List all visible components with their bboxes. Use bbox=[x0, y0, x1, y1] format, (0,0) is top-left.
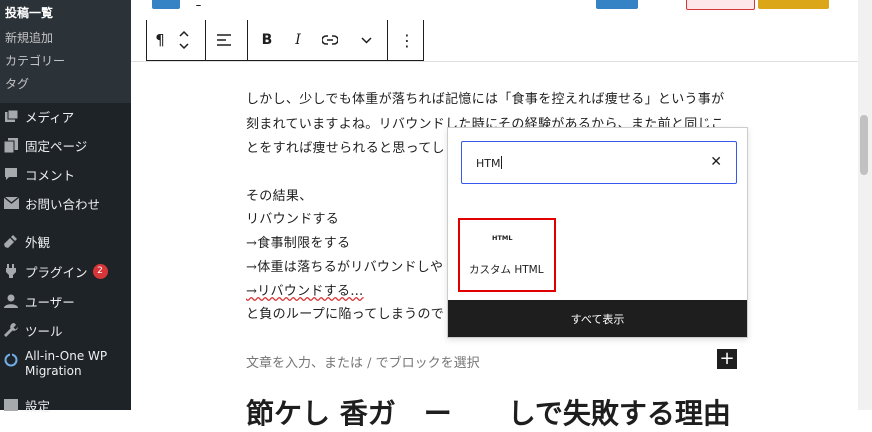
heading-block[interactable]: 節ケし 香ガ ー しで失敗する理由 bbox=[246, 392, 731, 432]
sidebar-item-contact[interactable]: お問い合わせ bbox=[0, 190, 131, 216]
custom-html-block-result[interactable]: HTML カスタム HTML bbox=[458, 218, 556, 292]
page-icon bbox=[3, 137, 19, 153]
sidebar-item-tools[interactable]: ツール bbox=[0, 317, 131, 343]
paragraph-line[interactable]: とをすれば痩せられると思ってし bbox=[246, 137, 445, 156]
sidebar-item-label: プラグイン bbox=[25, 264, 88, 280]
toolbar-divider bbox=[247, 20, 248, 60]
media-icon bbox=[3, 108, 19, 124]
sidebar-item-label-line2: Migration bbox=[25, 364, 82, 378]
mail-icon bbox=[3, 195, 19, 211]
paragraph-line[interactable]: と負のループに陥ってしまうので bbox=[246, 303, 444, 322]
italic-button[interactable]: I bbox=[287, 20, 309, 60]
browse-all-button[interactable]: すべて表示 bbox=[448, 300, 747, 337]
search-input-value: HTM bbox=[476, 157, 501, 170]
chevron-down-icon[interactable] bbox=[353, 20, 379, 60]
submenu-add-new[interactable]: 新規追加 bbox=[5, 29, 53, 46]
result-label: カスタム HTML bbox=[469, 264, 544, 276]
paragraph-line[interactable]: リバウンドする bbox=[246, 208, 339, 227]
sidebar-item-migration[interactable]: All-in-One WP Migration bbox=[0, 349, 131, 385]
admin-sidebar: 投稿一覧 新規追加 カテゴリー タグ メディア 固定ページ コメント お問い合わ… bbox=[0, 0, 131, 414]
paragraph-line[interactable]: しかし、少しでも体重が落ちれば記憶には「食事を控えれば痩せる」という事が bbox=[246, 88, 724, 107]
header-mark bbox=[196, 5, 201, 6]
sidebar-item-settings[interactable]: 設定 bbox=[0, 392, 131, 418]
paragraph-line[interactable]: →リバウンドする… bbox=[246, 280, 364, 299]
submenu-tags[interactable]: タグ bbox=[5, 75, 29, 92]
wrench-icon bbox=[3, 322, 19, 338]
posts-submenu: 投稿一覧 新規追加 カテゴリー タグ bbox=[0, 0, 131, 103]
user-icon bbox=[3, 293, 19, 309]
sidebar-item-media[interactable]: メディア bbox=[0, 103, 131, 129]
block-inserter-popover: HTM ✕ HTML カスタム HTML すべて表示 bbox=[447, 127, 748, 338]
sidebar-item-label: メディア bbox=[25, 109, 75, 125]
editor-header bbox=[131, 0, 872, 20]
paragraph-line[interactable]: →食事制限をする bbox=[246, 232, 350, 251]
submenu-categories[interactable]: カテゴリー bbox=[5, 52, 65, 69]
paragraph-block-button[interactable]: ¶ bbox=[147, 20, 173, 60]
header-button[interactable] bbox=[758, 0, 829, 9]
header-button[interactable] bbox=[596, 0, 638, 9]
block-placeholder[interactable]: 文章を入力、または / でブロックを選択 bbox=[246, 352, 480, 371]
toolbar-divider bbox=[387, 20, 388, 60]
appearance-icon bbox=[3, 233, 19, 249]
sidebar-item-label: ユーザー bbox=[25, 294, 75, 310]
submenu-all-posts[interactable]: 投稿一覧 bbox=[5, 4, 53, 21]
sidebar-item-plugins[interactable]: プラグイン 2 bbox=[0, 258, 131, 284]
sidebar-item-users[interactable]: ユーザー bbox=[0, 288, 131, 314]
link-icon[interactable] bbox=[317, 20, 343, 60]
align-icon[interactable] bbox=[211, 20, 237, 60]
sidebar-item-label: 固定ページ bbox=[25, 138, 88, 154]
sidebar-item-pages[interactable]: 固定ページ bbox=[0, 132, 131, 158]
sidebar-item-label: コメント bbox=[25, 167, 76, 183]
add-block-button[interactable]: + bbox=[717, 349, 737, 369]
bold-button[interactable]: B bbox=[255, 20, 279, 60]
html-icon: HTML bbox=[492, 234, 513, 242]
migration-icon bbox=[3, 352, 19, 368]
header-divider bbox=[131, 61, 858, 62]
scrollbar-thumb[interactable] bbox=[860, 115, 868, 175]
block-search-input[interactable]: HTM ✕ bbox=[461, 141, 737, 184]
sidebar-item-appearance[interactable]: 外観 bbox=[0, 228, 131, 254]
scrollbar-track[interactable] bbox=[858, 0, 872, 410]
sidebar-item-label: お問い合わせ bbox=[25, 196, 101, 212]
sidebar-item-comments[interactable]: コメント bbox=[0, 161, 131, 187]
toolbar-divider bbox=[205, 20, 206, 60]
close-icon[interactable]: ✕ bbox=[710, 154, 722, 170]
plugin-icon bbox=[3, 263, 19, 279]
paragraph-line[interactable]: →体重は落ちるがリバウンドしや bbox=[246, 256, 443, 275]
block-toolbar: ¶ B I ⋮ bbox=[146, 20, 424, 61]
header-button[interactable] bbox=[152, 0, 180, 9]
comment-icon bbox=[3, 166, 19, 182]
more-options-button[interactable]: ⋮ bbox=[395, 20, 419, 60]
move-up-down-button[interactable] bbox=[173, 20, 195, 60]
sidebar-item-label: 外観 bbox=[25, 234, 51, 250]
update-count-badge: 2 bbox=[92, 263, 108, 279]
settings-icon bbox=[3, 397, 19, 413]
paragraph-line[interactable]: その結果、 bbox=[246, 185, 313, 204]
sidebar-item-label: ツール bbox=[25, 323, 63, 339]
sidebar-item-label: All-in-One WP bbox=[25, 349, 108, 363]
header-button[interactable] bbox=[686, 0, 755, 10]
sidebar-item-label: 設定 bbox=[25, 398, 51, 414]
text-caret bbox=[501, 156, 503, 169]
